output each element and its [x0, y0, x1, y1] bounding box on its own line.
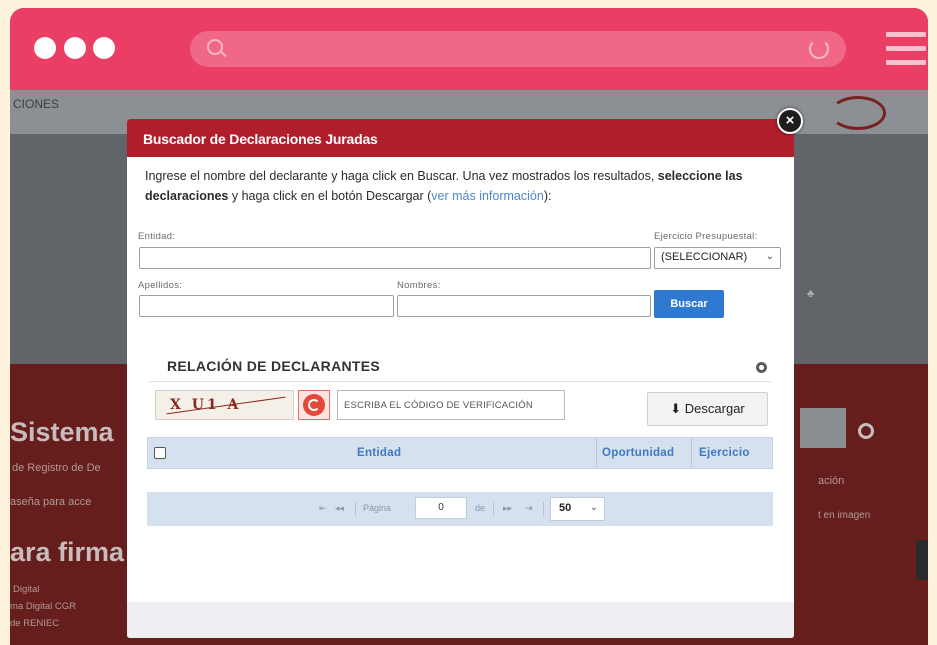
- more-info-link[interactable]: ver más información: [431, 189, 544, 203]
- column-separator: [691, 438, 692, 468]
- close-modal-button[interactable]: ×: [777, 108, 803, 134]
- page-size-select[interactable]: 50 ⌄: [550, 497, 605, 521]
- entidad-label: Entidad:: [138, 231, 176, 242]
- bg-line: de Registro de De: [12, 462, 101, 474]
- page-size-value: 50: [559, 502, 572, 514]
- modal-footer: [127, 602, 794, 638]
- address-bar[interactable]: [190, 31, 846, 67]
- bg-line: de RENIEC: [10, 618, 60, 629]
- bg-heading-firma: ara firma: [10, 537, 125, 567]
- last-page-icon[interactable]: ⇥: [525, 503, 533, 514]
- ejercicio-selected-value: (SELECCIONAR): [661, 251, 748, 263]
- collapse-icon[interactable]: [756, 362, 767, 373]
- results-table-header: Entidad Oportunidad Ejercicio: [147, 437, 773, 469]
- column-oportunidad[interactable]: Oportunidad: [602, 447, 674, 459]
- chevron-down-icon: ⌄: [765, 251, 774, 262]
- window-dot-icon[interactable]: [34, 37, 56, 59]
- window-dot-icon[interactable]: [64, 37, 86, 59]
- bg-image-thumb: [800, 408, 846, 448]
- apellidos-input[interactable]: [139, 295, 394, 317]
- bg-heading-sistema: Sistema: [10, 417, 114, 447]
- page-label: Página: [363, 503, 392, 513]
- bg-dark-block: [916, 540, 928, 580]
- column-entidad[interactable]: Entidad: [357, 447, 401, 459]
- nombres-label: Nombres:: [397, 280, 441, 291]
- bg-top-text: CIONES: [13, 97, 60, 111]
- chevron-down-icon: ⌄: [589, 502, 598, 513]
- of-label: de: [475, 503, 486, 513]
- prev-page-icon[interactable]: ◂◂: [335, 503, 344, 514]
- bg-right-text: t en imagen: [818, 510, 871, 521]
- entidad-input[interactable]: [139, 247, 651, 269]
- ejercicio-label: Ejercicio Presupuestal:: [654, 231, 758, 242]
- window-dot-icon[interactable]: [93, 37, 115, 59]
- download-button[interactable]: ⬇ Descargar: [647, 392, 768, 426]
- bg-line: aseña para acce: [10, 496, 92, 508]
- bg-line: ma Digital CGR: [10, 601, 76, 612]
- modal-title: Buscador de Declaraciones Juradas: [143, 131, 378, 147]
- refresh-icon: [303, 394, 325, 416]
- search-modal: Buscador de Declaraciones Juradas Ingres…: [127, 119, 794, 638]
- column-separator: [596, 438, 597, 468]
- verification-code-input[interactable]: ESCRIBA EL CÓDIGO DE VERIFICACIÓN: [337, 390, 565, 420]
- modal-header: Buscador de Declaraciones Juradas: [127, 119, 794, 157]
- pager-separator: [355, 502, 356, 516]
- nombres-input[interactable]: [397, 295, 651, 317]
- bg-person-icon: ♣: [807, 288, 815, 300]
- section-title: RELACIÓN DE DECLARANTES: [167, 358, 381, 374]
- reload-icon[interactable]: [809, 39, 829, 59]
- browser-toolbar: [10, 8, 928, 90]
- captcha-image: X U1 A: [155, 390, 294, 420]
- divider: [149, 381, 771, 382]
- next-page-icon[interactable]: ▸▸: [503, 503, 512, 514]
- ejercicio-select[interactable]: (SELECCIONAR) ⌄: [654, 247, 781, 269]
- refresh-captcha-button[interactable]: [298, 390, 330, 420]
- logo-icon: [830, 96, 886, 130]
- hamburger-menu-icon[interactable]: [886, 32, 926, 66]
- pager-separator: [493, 502, 494, 516]
- first-page-icon[interactable]: ⇤: [319, 503, 327, 514]
- pagination-bar: ⇤ ◂◂ Página 0 de ▸▸ ⇥ 50 ⌄: [147, 492, 773, 526]
- apellidos-label: Apellidos:: [138, 280, 183, 291]
- search-icon: [207, 39, 223, 55]
- pager-separator: [543, 502, 544, 516]
- modal-description: Ingrese el nombre del declarante y haga …: [145, 169, 743, 203]
- download-icon: ⬇: [670, 401, 682, 416]
- download-label: Descargar: [684, 401, 745, 416]
- bg-right-text: ación: [818, 475, 845, 487]
- select-all-checkbox[interactable]: [154, 447, 166, 459]
- column-ejercicio[interactable]: Ejercicio: [699, 447, 750, 459]
- bg-circle-icon: [858, 423, 874, 439]
- bg-line: Digital: [13, 584, 40, 595]
- page-number-input[interactable]: 0: [415, 497, 467, 519]
- buscar-button[interactable]: Buscar: [654, 290, 724, 318]
